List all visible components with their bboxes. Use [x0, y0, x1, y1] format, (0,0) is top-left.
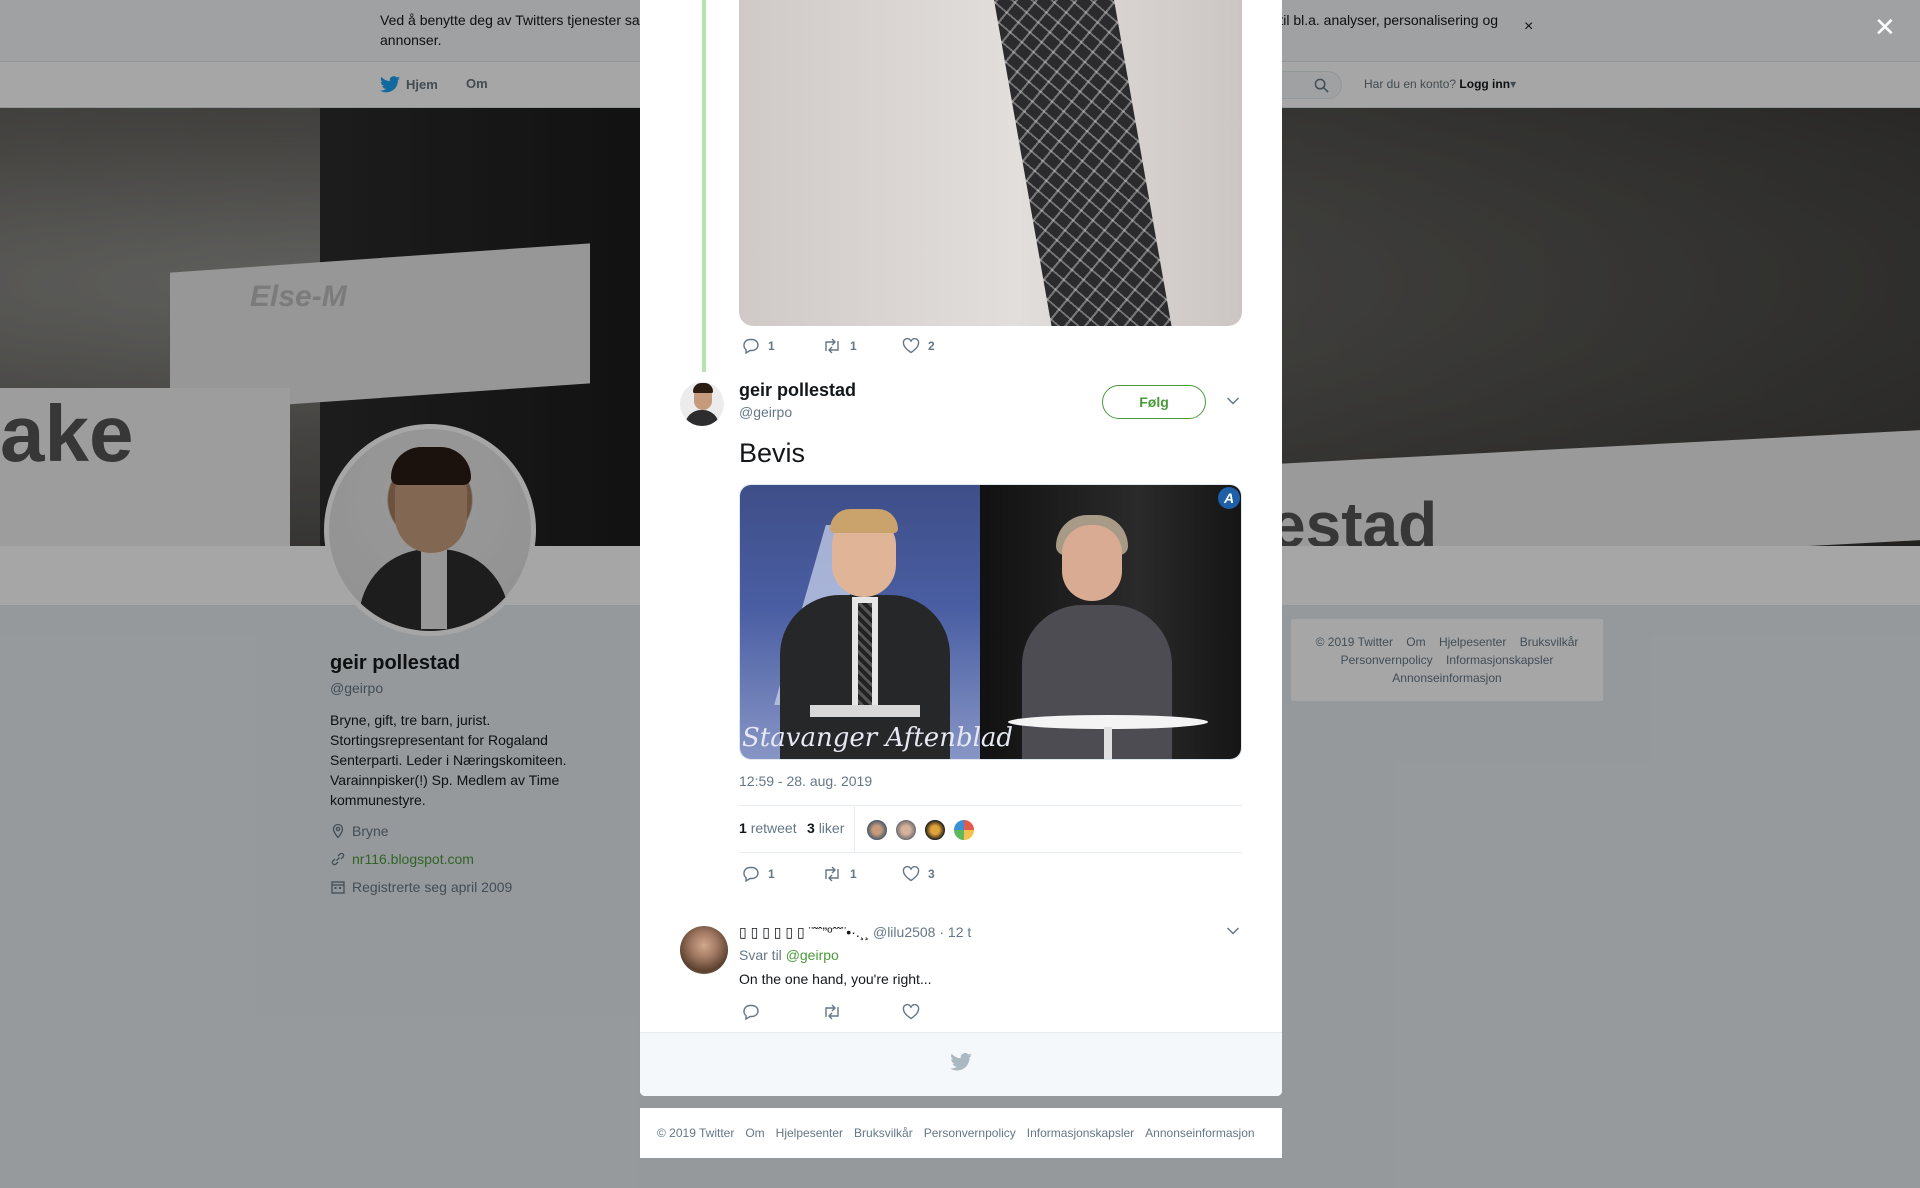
retweet-button[interactable]: 1	[822, 338, 902, 354]
like-button[interactable]: 3	[902, 866, 982, 882]
like-stat-count: 3	[807, 820, 815, 836]
video-person-woman	[1022, 605, 1172, 759]
footer-privacy-link[interactable]: Personvernpolicy	[924, 1126, 1016, 1140]
liker-avatar[interactable]	[865, 818, 889, 842]
like-button[interactable]	[902, 1004, 982, 1020]
reply-count: 1	[768, 867, 775, 881]
video-man-hair	[830, 509, 898, 533]
reply-to-prefix: Svar til	[739, 947, 782, 963]
liker-avatar[interactable]	[923, 818, 947, 842]
liker-avatar[interactable]	[952, 818, 976, 842]
tweet-author-name[interactable]: geir pollestad	[739, 380, 856, 401]
liker-avatars	[865, 818, 976, 842]
reply-author-name[interactable]: ▯ ▯ ▯ ▯ ▯ ▯ ¨˜ˆ”ºˆ˜¨•·.¸¸	[739, 924, 869, 940]
retweet-stat[interactable]: 1 retweet	[739, 820, 797, 836]
parent-tweet-photo[interactable]	[739, 0, 1242, 326]
reply-button[interactable]	[742, 1004, 822, 1020]
footer-help-link[interactable]: Hjelpesenter	[776, 1126, 843, 1140]
chevron-down-icon[interactable]	[1226, 396, 1240, 406]
bottom-footer: © 2019 Twitter Om Hjelpesenter Bruksvilk…	[640, 1108, 1282, 1158]
reply-button[interactable]: 1	[742, 866, 822, 882]
reply-time[interactable]: · 12 t	[939, 924, 971, 940]
reply-button[interactable]: 1	[742, 338, 822, 354]
footer-terms-link[interactable]: Bruksvilkår	[854, 1126, 913, 1140]
follow-button[interactable]: Følg	[1102, 385, 1206, 419]
tweet-author-handle[interactable]: @geirpo	[739, 404, 792, 420]
reply-actions	[742, 1004, 982, 1020]
like-count: 2	[928, 339, 935, 353]
reply-to-line: Svar til @geirpo	[739, 947, 839, 963]
tweet-text: Bevis	[739, 438, 806, 468]
avatar-hair	[693, 383, 713, 393]
close-icon[interactable]: ✕	[1874, 14, 1896, 40]
reply-author-handle[interactable]: @lilu2508	[873, 924, 935, 940]
video-man-paper	[810, 705, 920, 717]
reply-header: ▯ ▯ ▯ ▯ ▯ ▯ ¨˜ˆ”ºˆ˜¨•·.¸¸ @lilu2508 · 12…	[739, 924, 971, 941]
retweet-stat-count: 1	[739, 820, 747, 836]
tweet-author-avatar[interactable]	[680, 382, 724, 426]
reply-author-avatar[interactable]	[680, 926, 728, 974]
modal-footer	[640, 1032, 1282, 1096]
footer-copyright: © 2019 Twitter	[657, 1126, 735, 1140]
twitter-bird-icon	[950, 1053, 972, 1071]
like-count: 3	[928, 867, 935, 881]
parent-tweet-actions: 1 1 2	[742, 338, 982, 354]
like-stat-label: liker	[818, 820, 845, 836]
tweet-stats: 1 retweet 3 liker	[739, 805, 1242, 853]
like-stat[interactable]: 3 liker	[807, 820, 844, 836]
retweet-stat-label: retweet	[750, 820, 797, 836]
video-backdrop-caption: Stavanger Aftenblad	[742, 723, 1014, 753]
video-man-tie	[858, 603, 872, 713]
video-woman-face	[1062, 525, 1122, 601]
reply-to-handle-link[interactable]: @geirpo	[786, 947, 839, 963]
thread-connector-line	[702, 0, 706, 372]
retweet-count: 1	[850, 339, 857, 353]
tweet-media-video[interactable]: Stavanger Aftenblad A	[739, 484, 1242, 760]
footer-about-link[interactable]: Om	[745, 1126, 764, 1140]
retweet-button[interactable]	[822, 1004, 902, 1020]
heart-icon	[902, 866, 920, 882]
heart-icon	[902, 338, 920, 354]
retweet-icon	[825, 866, 839, 882]
heart-icon	[902, 1004, 920, 1020]
retweet-button[interactable]: 1	[822, 866, 902, 882]
video-table-leg	[1104, 727, 1112, 759]
retweet-icon	[825, 1004, 839, 1020]
stats-divider	[854, 806, 855, 852]
photo-tie	[994, 0, 1174, 326]
publisher-badge-icon: A	[1218, 487, 1240, 509]
liker-avatar[interactable]	[894, 818, 918, 842]
reply-icon	[743, 1004, 759, 1020]
reply-text: On the one hand, you're right...	[739, 971, 932, 987]
reply-icon	[743, 338, 759, 354]
footer-cookies-link[interactable]: Informasjonskapsler	[1027, 1126, 1134, 1140]
retweet-icon	[825, 338, 839, 354]
avatar-suit	[685, 410, 719, 426]
reply-count: 1	[768, 339, 775, 353]
tweet-timestamp[interactable]: 12:59 - 28. aug. 2019	[739, 773, 872, 789]
chevron-down-icon[interactable]	[1226, 926, 1240, 936]
footer-ads-link[interactable]: Annonseinformasjon	[1145, 1126, 1254, 1140]
retweet-count: 1	[850, 867, 857, 881]
like-button[interactable]: 2	[902, 338, 982, 354]
tweet-permalink-modal: 1 1 2 geir pollestad @geirpo Følg Bevis	[640, 0, 1282, 1096]
reply-icon	[743, 866, 759, 882]
tweet-actions: 1 1 3	[742, 866, 982, 882]
